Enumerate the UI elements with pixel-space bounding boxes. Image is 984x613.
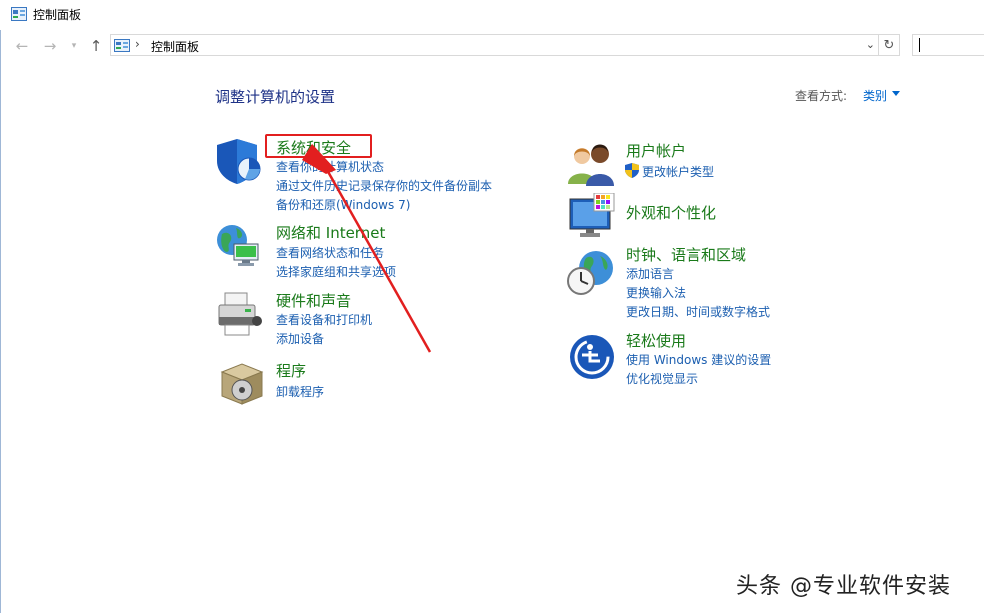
- watermark-text: 头条 @专业软件安装: [736, 574, 951, 599]
- annotation-arrow: [302, 144, 432, 353]
